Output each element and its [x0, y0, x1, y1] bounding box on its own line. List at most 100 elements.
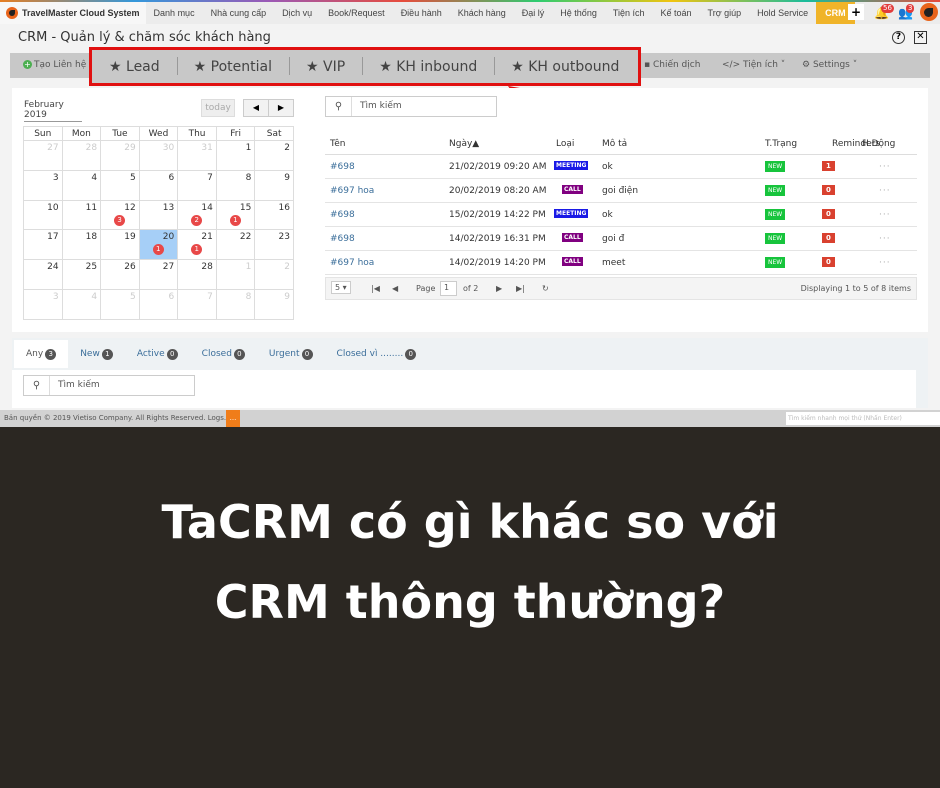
nav-item[interactable]: Kế toán [653, 2, 700, 24]
table-row[interactable]: #698 14/02/2019 16:31 PM CALL goi đ NEW 0 ··· [325, 227, 917, 251]
add-contact-button[interactable]: + Tạo Liên hệ [23, 53, 86, 78]
calendar-day[interactable]: 14 2 [177, 199, 217, 231]
calendar-day[interactable]: 12 3 [100, 199, 140, 231]
reminders-badge[interactable]: 0 [822, 209, 835, 219]
row-actions-menu[interactable]: ··· [879, 258, 891, 268]
column-header[interactable]: Mô tả [602, 139, 627, 149]
calendar-day[interactable]: 27 [138, 259, 179, 290]
tab-closed[interactable]: Closed 0 [190, 340, 257, 368]
row-name-link[interactable]: #697 hoa [330, 186, 374, 196]
row-actions-menu[interactable]: ··· [879, 186, 891, 196]
row-name-link[interactable]: #698 [330, 162, 355, 172]
calendar-day[interactable]: 9 [254, 169, 294, 201]
nav-item[interactable]: Hold Service [749, 2, 816, 24]
column-header[interactable]: H.Động [862, 139, 895, 149]
tab-new[interactable]: New 1 [68, 340, 125, 368]
table-row[interactable]: #698 15/02/2019 14:22 PM MEETING ok NEW 0 ··· [325, 203, 917, 227]
row-actions-menu[interactable]: ··· [879, 162, 891, 172]
event-count-badge[interactable]: 3 [114, 214, 126, 226]
reminders-badge[interactable]: 1 [822, 161, 835, 171]
filter-vip[interactable]: ★ VIP [289, 56, 362, 75]
calendar-day[interactable]: 6 [138, 288, 179, 320]
search-input[interactable]: ⚲ Tìm kiếm [325, 96, 497, 117]
avatar[interactable] [920, 3, 938, 21]
calendar-day[interactable]: 5 [100, 169, 140, 201]
utilities-menu[interactable]: </> Tiện ích ˅ [722, 53, 785, 78]
first-page-button[interactable]: |◀ [371, 284, 380, 293]
calendar-day[interactable]: 3 [23, 288, 63, 320]
tab-active[interactable]: Active 0 [125, 340, 190, 368]
next-page-button[interactable]: ▶ [496, 284, 502, 293]
calendar-day[interactable]: 30 [138, 140, 179, 171]
calendar-day[interactable]: 28 [61, 140, 102, 171]
calendar-day[interactable]: 28 [177, 259, 217, 290]
calendar-day[interactable]: 11 [61, 199, 102, 231]
nav-item[interactable]: Tiện ích [605, 2, 653, 24]
calendar-day[interactable]: 4 [61, 288, 102, 320]
filter-potential[interactable]: ★ Potential [176, 56, 289, 75]
event-count-badge[interactable]: 1 [191, 244, 203, 256]
prev-page-button[interactable]: ◀ [392, 284, 398, 293]
nav-item[interactable]: Đại lý [514, 2, 553, 24]
calendar-day[interactable]: 21 1 [177, 229, 217, 261]
column-header[interactable]: Ngày▲ [449, 139, 479, 149]
page-size-select[interactable]: 5 ▾ [331, 281, 351, 294]
calendar-day[interactable]: 24 [23, 259, 63, 290]
calendar-day[interactable]: 6 [138, 169, 179, 201]
calendar-day[interactable]: 27 [23, 140, 63, 171]
calendar-day[interactable]: 7 [177, 288, 217, 320]
calendar-day[interactable]: 20 1 [138, 229, 179, 261]
prev-month-button[interactable]: ◀ [244, 100, 268, 116]
calendar-day[interactable]: 7 [177, 169, 217, 201]
filter-kh-outbound[interactable]: ★ KH outbound [494, 56, 636, 75]
calendar-day[interactable]: 1 [215, 140, 256, 171]
next-month-button[interactable]: ▶ [268, 100, 293, 116]
reminders-badge[interactable]: 0 [822, 185, 835, 195]
settings-menu[interactable]: ⚙ Settings ˅ [802, 53, 857, 78]
refresh-icon[interactable]: ↻ [542, 284, 549, 293]
calendar-day[interactable]: 31 [177, 140, 217, 171]
calendar-day[interactable]: 1 [215, 259, 256, 290]
table-row[interactable]: #698 21/02/2019 09:20 AM MEETING ok NEW 1 ··· [325, 155, 917, 179]
calendar-day[interactable]: 16 [254, 199, 294, 231]
table-row[interactable]: #697 hoa 20/02/2019 08:20 AM CALL goi điện N… [325, 179, 917, 203]
calendar-day[interactable]: 15 1 [215, 199, 256, 231]
reminders-badge[interactable]: 0 [822, 257, 835, 267]
calendar-day[interactable]: 19 [100, 229, 140, 261]
calendar-day[interactable]: 9 [254, 288, 294, 320]
calendar-day[interactable]: 2 [254, 140, 294, 171]
nav-item[interactable]: Điều hành [393, 2, 450, 24]
event-count-badge[interactable]: 1 [229, 214, 241, 226]
column-header[interactable]: Tên [330, 139, 345, 149]
nav-item[interactable]: Nhà cung cấp [203, 2, 275, 24]
calendar-day[interactable]: 2 [254, 259, 294, 290]
calendar-day[interactable]: 3 [23, 169, 63, 201]
table-row[interactable]: #697 hoa 14/02/2019 14:20 PM CALL meet NEW 0 ·… [325, 251, 917, 275]
close-icon[interactable]: ✕ [914, 31, 927, 44]
nav-item[interactable]: Dịch vụ [274, 2, 320, 24]
calendar-day[interactable]: 8 [215, 288, 256, 320]
row-actions-menu[interactable]: ··· [879, 234, 891, 244]
tab-closed[interactable]: Closed vì ........ 0 [325, 340, 429, 368]
brand[interactable]: TravelMaster Cloud System [0, 2, 146, 24]
calendar-day[interactable]: 5 [100, 288, 140, 320]
nav-item[interactable]: Danh mục [146, 2, 203, 24]
ticket-search-input[interactable]: ⚲ Tìm kiếm [23, 375, 195, 396]
row-name-link[interactable]: #697 hoa [330, 258, 374, 268]
event-count-badge[interactable]: 1 [152, 244, 164, 256]
calendar-month[interactable]: February 2019 [24, 100, 82, 122]
help-icon[interactable]: ? [892, 31, 905, 44]
quick-search-input[interactable]: Tìm kiếm nhanh mọi thứ (Nhấn Enter) [786, 412, 940, 425]
column-header[interactable]: Loại [556, 139, 574, 149]
calendar-day[interactable]: 17 [23, 229, 63, 261]
calendar-day[interactable]: 26 [100, 259, 140, 290]
page-input[interactable]: 1 [440, 281, 457, 296]
nav-item[interactable]: Hệ thống [552, 2, 605, 24]
footer-button[interactable]: ... [226, 410, 240, 427]
campaign-button[interactable]: ▪ Chiến dịch [644, 53, 700, 78]
nav-item[interactable]: Khách hàng [450, 2, 514, 24]
tab-any[interactable]: Any 3 [14, 340, 69, 368]
calendar-day[interactable]: 18 [61, 229, 102, 261]
calendar-day[interactable]: 4 [61, 169, 102, 201]
tab-urgent[interactable]: Urgent 0 [257, 340, 325, 368]
